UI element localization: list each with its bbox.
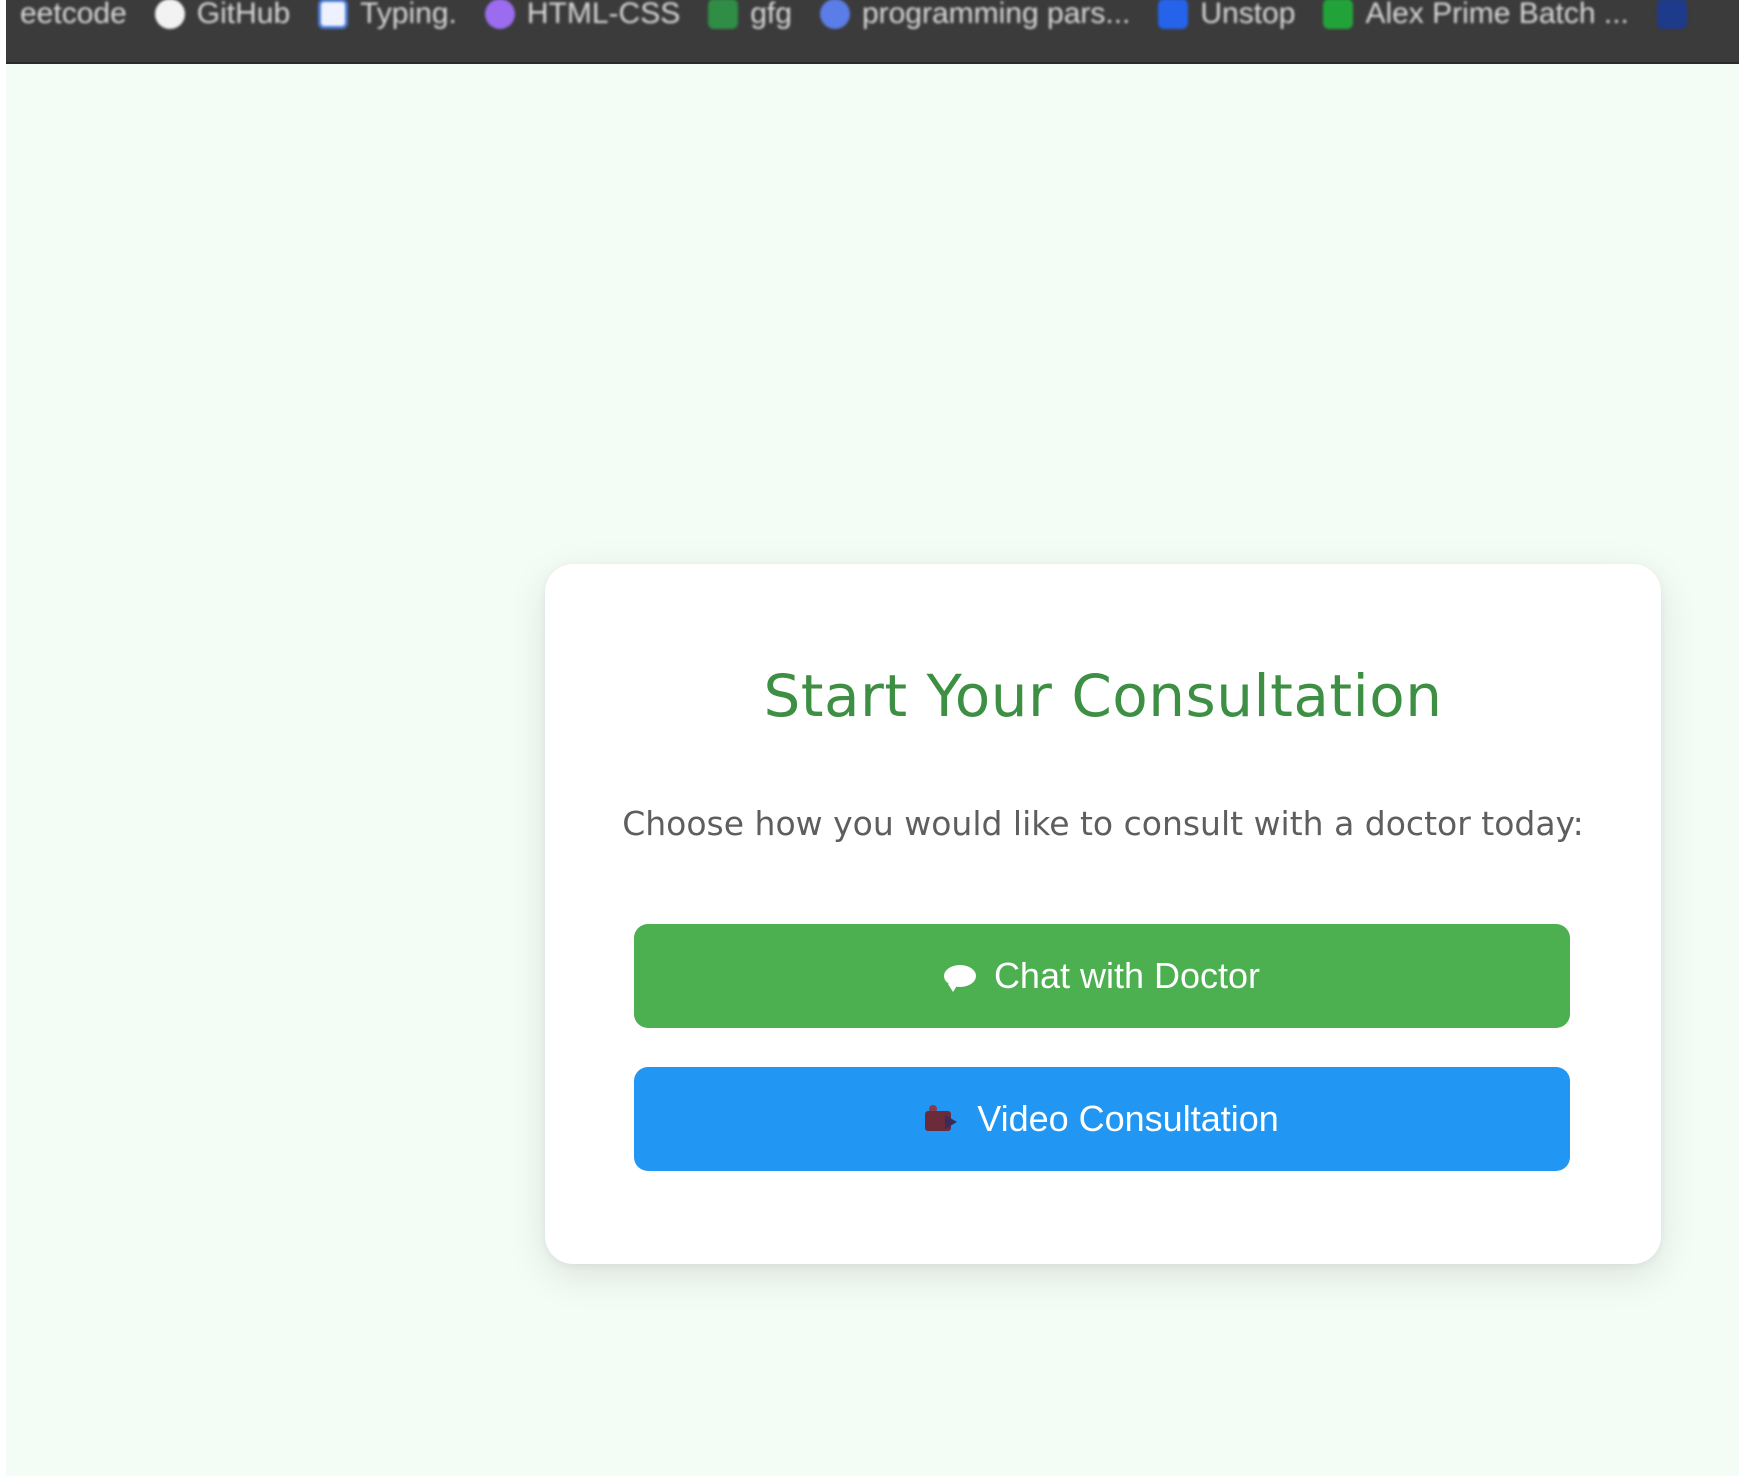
bookmark-label: GitHub xyxy=(196,0,291,30)
page-title: Start Your Consultation xyxy=(763,662,1443,730)
programming-icon xyxy=(819,0,850,29)
video-button-label: Video Consultation xyxy=(977,1098,1279,1139)
chat-with-doctor-button[interactable]: Chat with Doctor xyxy=(634,924,1570,1028)
bookmark-label: Alex Prime Batch ... xyxy=(1365,0,1629,30)
speech-bubble-icon xyxy=(943,965,976,992)
card-subtitle: Choose how you would like to consult wit… xyxy=(622,804,1584,843)
bookmark-github[interactable]: GitHub xyxy=(141,0,304,34)
bookmark-label: eetcode xyxy=(20,0,127,30)
browser-viewport: eetcode GitHub Typing. HTML-CSS gfg prog… xyxy=(6,0,1739,1476)
bookmark-overflow[interactable] xyxy=(1643,0,1687,34)
bookmark-label: Typing. xyxy=(360,0,457,30)
consultation-card: Start Your Consultation Choose how you w… xyxy=(545,564,1661,1264)
alex-icon xyxy=(1323,0,1354,29)
bookmark-label: programming pars... xyxy=(861,0,1131,30)
bookmarks-bar: eetcode GitHub Typing. HTML-CSS gfg prog… xyxy=(6,0,1739,64)
html-css-icon xyxy=(484,0,515,29)
video-consultation-button[interactable]: Video Consultation xyxy=(634,1067,1570,1171)
bookmark-alex[interactable]: Alex Prime Batch ... xyxy=(1309,0,1642,34)
bookmark-typing[interactable]: Typing. xyxy=(304,0,471,34)
bookmark-programming[interactable]: programming pars... xyxy=(806,0,1144,34)
bookmark-unstop[interactable]: Unstop xyxy=(1144,0,1309,34)
bookmark-label: HTML-CSS xyxy=(526,0,681,30)
unstop-icon xyxy=(1158,0,1189,29)
typing-icon xyxy=(318,0,349,29)
bookmark-html-css[interactable]: HTML-CSS xyxy=(471,0,694,34)
github-icon xyxy=(154,0,185,29)
bookmark-label: Unstop xyxy=(1200,0,1296,30)
chat-button-label: Chat with Doctor xyxy=(993,955,1261,996)
bookmark-label: gfg xyxy=(750,0,792,30)
gfg-icon xyxy=(708,0,739,29)
video-camera-icon xyxy=(925,1105,959,1133)
bookmark-gfg[interactable]: gfg xyxy=(694,0,806,34)
bookmark-leetcode[interactable]: eetcode xyxy=(6,0,141,34)
bookmark-folder-icon xyxy=(1656,0,1687,29)
